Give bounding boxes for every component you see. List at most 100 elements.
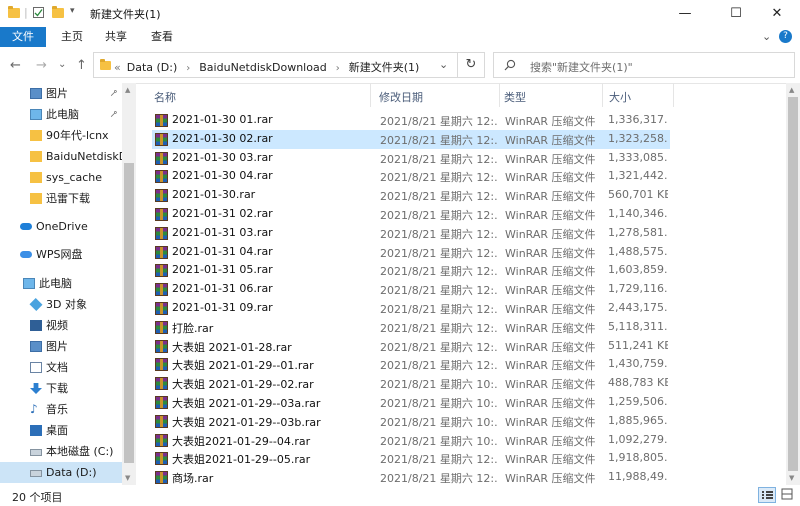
breadcrumb-item-current[interactable]: 新建文件夹(1)	[349, 61, 420, 74]
file-row[interactable]: 大表姐2021-01-29--04.rar 2021/8/21 星期六 10:..…	[152, 431, 670, 450]
help-icon[interactable]: ?	[779, 30, 792, 43]
file-row[interactable]: 大表姐 2021-01-29--03b.rar 2021/8/21 星期六 10:…	[152, 412, 670, 431]
pin-icon[interactable]: ⊸	[104, 83, 122, 104]
scroll-up-icon[interactable]: ▲	[125, 86, 130, 94]
tab-view[interactable]: 查看	[151, 27, 173, 47]
sidebar-item-10[interactable]: 视频	[0, 315, 122, 336]
sidebar-item-15[interactable]: 桌面	[0, 420, 122, 441]
sidebar-item-0[interactable]: 图片 ⊸	[0, 83, 122, 104]
file-row[interactable]: 2021-01-30 02.rar 2021/8/21 星期六 12:... Win…	[152, 129, 670, 149]
sidebar-item-4[interactable]: sys_cache	[0, 167, 122, 188]
file-row[interactable]: 大表姐 2021-01-29--02.rar 2021/8/21 星期六 10:.…	[152, 374, 670, 393]
file-name: 2021-01-31 02.rar	[172, 207, 273, 220]
search-placeholder: 搜索"新建文件夹(1)"	[530, 61, 633, 74]
file-date: 2021/8/21 星期六 12:...	[380, 246, 498, 260]
pin-icon[interactable]: ⊸	[104, 104, 122, 125]
folder-icon	[30, 193, 42, 204]
column-divider[interactable]	[370, 83, 371, 107]
column-header-date[interactable]: 修改日期	[379, 89, 423, 105]
sidebar-item-11[interactable]: 图片	[0, 336, 122, 357]
properties-check-icon[interactable]	[33, 7, 44, 18]
search-icon	[504, 59, 516, 71]
sidebar-item-16[interactable]: 本地磁盘 (C:)	[0, 441, 122, 462]
up-button[interactable]: ↑	[76, 58, 87, 73]
tab-home[interactable]: 主页	[61, 27, 83, 47]
file-row[interactable]: 2021-01-31 09.rar 2021/8/21 星期六 12:... Win…	[152, 299, 670, 318]
file-row[interactable]: 2021-01-31 06.rar 2021/8/21 星期六 12:... Win…	[152, 280, 670, 299]
sidebar-item-2[interactable]: 90年代-lcnx	[0, 125, 122, 146]
file-row[interactable]: 大表姐 2021-01-29--03a.rar 2021/8/21 星期六 10:…	[152, 393, 670, 412]
details-view-button[interactable]	[758, 487, 776, 503]
column-header-name[interactable]: 名称	[154, 89, 176, 105]
column-header-size[interactable]: 大小	[609, 89, 631, 105]
breadcrumb-item-baidu[interactable]: BaiduNetdiskDownload	[199, 61, 326, 74]
sidebar-item-17[interactable]: Data (D:)	[0, 462, 122, 483]
address-dropdown-icon[interactable]: ⌄	[439, 58, 448, 71]
file-date: 2021/8/21 星期六 12:...	[380, 171, 498, 185]
column-divider[interactable]	[673, 83, 674, 107]
sidebar-item-8[interactable]: 此电脑	[0, 273, 122, 294]
address-bar[interactable]: « Data (D:) › BaiduNetdiskDownload › 新建文件夹(1)…	[93, 52, 458, 78]
file-list-scrollbar[interactable]: ▲ ▼	[786, 83, 800, 485]
file-name: 大表姐 2021-01-29--03b.rar	[172, 415, 321, 429]
file-date: 2021/8/21 星期六 12:...	[380, 303, 498, 316]
breadcrumb-separator[interactable]: ›	[186, 63, 190, 74]
new-folder-icon[interactable]	[52, 6, 64, 18]
file-row[interactable]: 打脸.rar 2021/8/21 星期六 12:... WinRAR 压缩文件 5,1…	[152, 318, 670, 337]
nav-pane-scrollbar[interactable]: ▲ ▼	[122, 83, 136, 485]
close-button[interactable]: ✕	[754, 0, 800, 27]
file-size: 1,603,859...	[608, 263, 668, 277]
sidebar-item-1[interactable]: 此电脑 ⊸	[0, 104, 122, 125]
refresh-button[interactable]: ↻	[458, 52, 485, 78]
scroll-down-icon[interactable]: ▼	[125, 474, 130, 482]
column-divider[interactable]	[602, 83, 603, 107]
minimize-button[interactable]: —	[662, 0, 708, 27]
sidebar-item-label: 桌面	[46, 424, 68, 437]
quick-access-dropdown-icon[interactable]: ▾	[70, 6, 75, 16]
tab-share[interactable]: 共享	[105, 27, 127, 47]
scroll-down-icon[interactable]: ▼	[789, 474, 794, 482]
address-row: ← → ⌄ ↑ « Data (D:) › BaiduNetdiskDownload ›…	[0, 49, 800, 84]
breadcrumb-separator[interactable]: ›	[336, 63, 340, 74]
sidebar-item-14[interactable]: ♪ 音乐	[0, 399, 122, 420]
file-date: 2021/8/21 星期六 12:...	[380, 321, 498, 335]
file-row[interactable]: 2021-01-31 02.rar 2021/8/21 星期六 12:... Win…	[152, 205, 670, 224]
file-row[interactable]: 2021-01-30 04.rar 2021/8/21 星期六 12:... Win…	[152, 167, 670, 186]
column-header-type[interactable]: 类型	[504, 89, 526, 105]
file-row[interactable]: 大表姐 2021-01-29--01.rar 2021/8/21 星期六 12:.…	[152, 355, 670, 374]
recent-locations-icon[interactable]: ⌄	[58, 59, 66, 70]
breadcrumb-item-data-d[interactable]: Data (D:)	[127, 61, 178, 74]
file-row[interactable]: 2021-01-31 03.rar 2021/8/21 星期六 12:... Win…	[152, 224, 670, 243]
navigation-pane: 图片 ⊸ 此电脑 ⊸ 90年代-lcnx BaiduNetdiskDo sys_cache 迅…	[0, 83, 136, 485]
sidebar-item-13[interactable]: 下载	[0, 378, 122, 399]
file-list-scroll-thumb[interactable]	[788, 97, 798, 471]
sidebar-item-7[interactable]: WPS网盘	[0, 244, 122, 265]
sidebar-item-6[interactable]: OneDrive	[0, 216, 122, 237]
file-type: WinRAR 压缩文件	[505, 415, 596, 429]
sidebar-item-5[interactable]: 迅雷下载	[0, 188, 122, 209]
sidebar-item-3[interactable]: BaiduNetdiskDo	[0, 146, 122, 167]
sidebar-item-12[interactable]: 文档	[0, 357, 122, 378]
file-row[interactable]: 2021-01-31 04.rar 2021/8/21 星期六 12:... Win…	[152, 243, 670, 262]
expand-ribbon-icon[interactable]: ⌄	[762, 27, 771, 47]
file-date: 2021/8/21 星期六 12:...	[380, 284, 498, 298]
maximize-button[interactable]: ☐	[713, 0, 759, 27]
forward-button[interactable]: →	[36, 58, 47, 73]
file-row[interactable]: 2021-01-30.rar 2021/8/21 星期六 12:... WinRAR…	[152, 186, 670, 205]
file-row[interactable]: 大表姐 2021-01-28.rar 2021/8/21 星期六 12:... Wi…	[152, 337, 670, 356]
large-icons-view-button[interactable]	[779, 487, 797, 503]
file-row[interactable]: 大表姐2021-01-29--05.rar 2021/8/21 星期六 12:..…	[152, 449, 670, 468]
file-date: 2021/8/21 星期六 10:...	[380, 378, 498, 392]
sidebar-item-9[interactable]: 3D 对象	[0, 294, 122, 315]
back-button[interactable]: ←	[10, 58, 21, 73]
winrar-archive-icon	[155, 226, 168, 240]
search-input[interactable]: 搜索"新建文件夹(1)"	[493, 52, 795, 78]
file-row[interactable]: 2021-01-30 03.rar 2021/8/21 星期六 12:... Win…	[152, 149, 670, 168]
column-divider[interactable]	[499, 83, 500, 107]
file-row[interactable]: 2021-01-30 01.rar 2021/8/21 星期六 12:... Win…	[152, 111, 670, 130]
file-row[interactable]: 2021-01-31 05.rar 2021/8/21 星期六 12:... Win…	[152, 261, 670, 280]
tab-file[interactable]: 文件	[0, 27, 46, 47]
breadcrumb-overflow[interactable]: «	[114, 61, 121, 74]
scroll-up-icon[interactable]: ▲	[789, 86, 794, 94]
nav-scroll-thumb[interactable]	[124, 163, 134, 463]
